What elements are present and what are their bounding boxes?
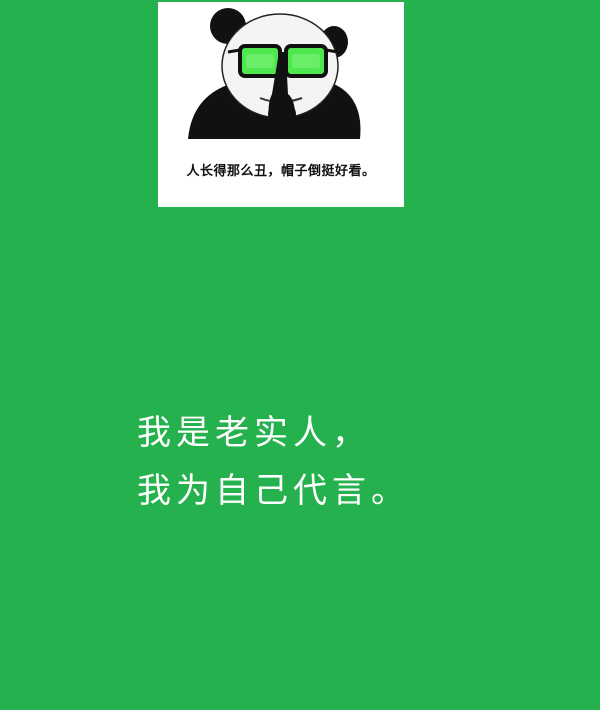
message-text: 我是老实人， 我为自己代言。	[137, 404, 410, 520]
message-line-2: 我为自己代言。	[137, 471, 410, 511]
meme-caption: 人长得那么丑，帽子倒挺好看。	[186, 164, 376, 179]
meme-image: 人长得那么丑，帽子倒挺好看。	[158, 2, 404, 207]
message-line-1: 我是老实人，	[137, 413, 371, 453]
panda-shush-glasses-icon	[188, 8, 361, 139]
